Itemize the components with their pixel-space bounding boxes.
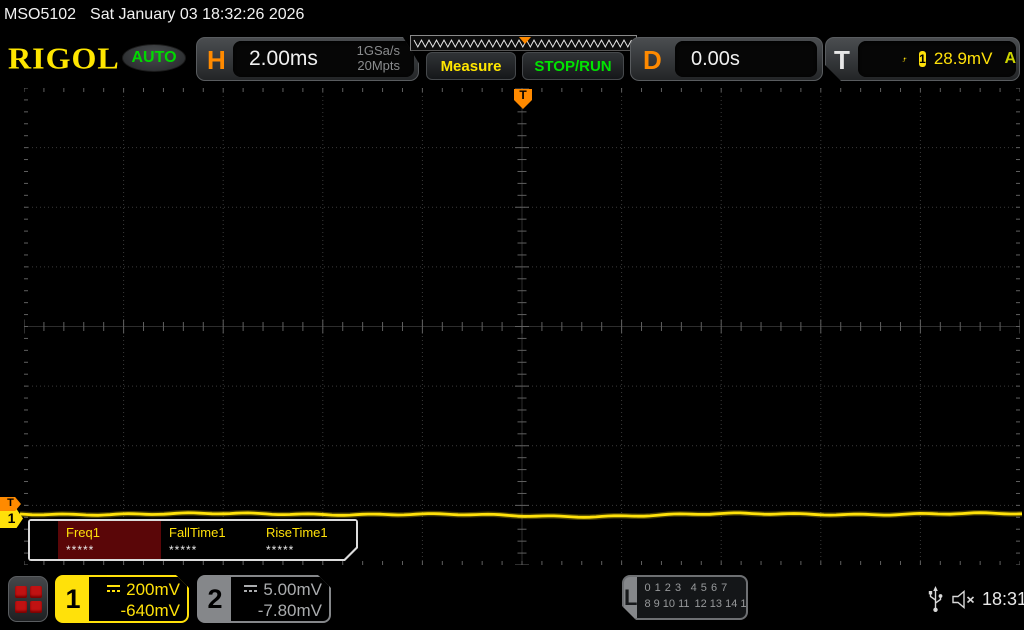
usb-icon — [928, 586, 943, 612]
channel2-offset: -7.80mV — [257, 601, 322, 621]
preview-trigger-position-icon[interactable] — [519, 37, 531, 44]
channel2-badge[interactable]: 2 5.00mV -7.80mV — [197, 575, 331, 623]
channel1-badge[interactable]: 1 200mV -640mV — [55, 575, 189, 623]
graticule-grid — [24, 88, 1020, 565]
delay-box: 0.00s — [675, 41, 817, 77]
logic-label: L — [624, 584, 638, 610]
logic-channel-numbers: 0 1 2 34 5 6 7 8 9 10 11 12 13 14 15 — [637, 577, 748, 618]
trigger-box: 1 28.9mV A — [858, 41, 1016, 77]
channel1-offset: -640mV — [120, 601, 180, 621]
measurement-falltime1[interactable]: FallTime1 ***** — [161, 521, 258, 559]
channel1-number: 1 — [65, 583, 81, 614]
delay-settings-block[interactable]: D 0.00s — [630, 37, 823, 81]
acquisition-rates: 1GSa/s 20Mpts — [357, 44, 414, 74]
trigger-sweep-mode: A — [1004, 50, 1016, 67]
clock-text: 18:31 — [982, 589, 1024, 609]
trigger-label: T — [834, 45, 850, 75]
measurement-freq1[interactable]: Freq1 ***** — [58, 521, 161, 559]
channel1-scale: 200mV — [126, 580, 180, 599]
model-name: MSO5102 — [4, 6, 77, 23]
timebase-box: 2.00ms 1GSa/s 20Mpts — [233, 41, 414, 77]
menu-button[interactable] — [8, 576, 48, 622]
edge-trigger-icon — [902, 51, 907, 68]
delay-label: D — [643, 45, 662, 75]
delay-value: 0.00s — [691, 47, 740, 70]
oscilloscope-screen: MSO5102 Sat January 03 18:32:26 2026 RIG… — [0, 0, 1024, 630]
trigger-settings-block[interactable]: T 1 28.9mV A — [825, 37, 1020, 81]
logic-channels-badge[interactable]: L 0 1 2 34 5 6 7 8 9 10 11 12 13 14 15 — [622, 575, 748, 620]
measure-button[interactable]: Measure — [426, 52, 516, 80]
channel2-scale: 5.00mV — [263, 580, 322, 599]
auto-mode-badge: AUTO — [122, 44, 186, 72]
trigger-level-marker[interactable]: T — [0, 497, 21, 511]
channel1-values: 200mV -640mV — [89, 577, 187, 621]
trigger-source-badge: 1 — [919, 52, 926, 66]
trigger-level-value: 28.9mV — [933, 49, 993, 68]
stop-run-button[interactable]: STOP/RUN — [522, 52, 624, 80]
timebase-value: 2.00ms — [249, 47, 318, 70]
sample-rate: 1GSa/s — [356, 43, 400, 59]
menu-grid-icon — [14, 585, 42, 613]
horizontal-settings-block[interactable]: H 2.00ms 1GSa/s 20Mpts — [196, 37, 419, 81]
dc-coupling-icon — [243, 584, 258, 593]
measurement-risetime1[interactable]: RiseTime1 ***** — [258, 521, 355, 559]
horizontal-label: H — [207, 45, 226, 75]
speaker-muted-icon[interactable] — [950, 589, 977, 610]
memory-depth: 20Mpts — [357, 58, 400, 73]
dc-coupling-icon — [106, 584, 121, 593]
channel2-values: 5.00mV -7.80mV — [231, 577, 329, 621]
datetime-text: Sat January 03 18:32:26 2026 — [90, 6, 305, 23]
channel2-number: 2 — [207, 583, 223, 614]
status-bar: MSO5102 Sat January 03 18:32:26 2026 — [0, 0, 1024, 30]
measurement-panel: Freq1 ***** FallTime1 ***** RiseTime1 **… — [28, 519, 358, 561]
waveform-preview[interactable] — [410, 35, 637, 51]
rigol-logo: RIGOL — [8, 40, 120, 76]
